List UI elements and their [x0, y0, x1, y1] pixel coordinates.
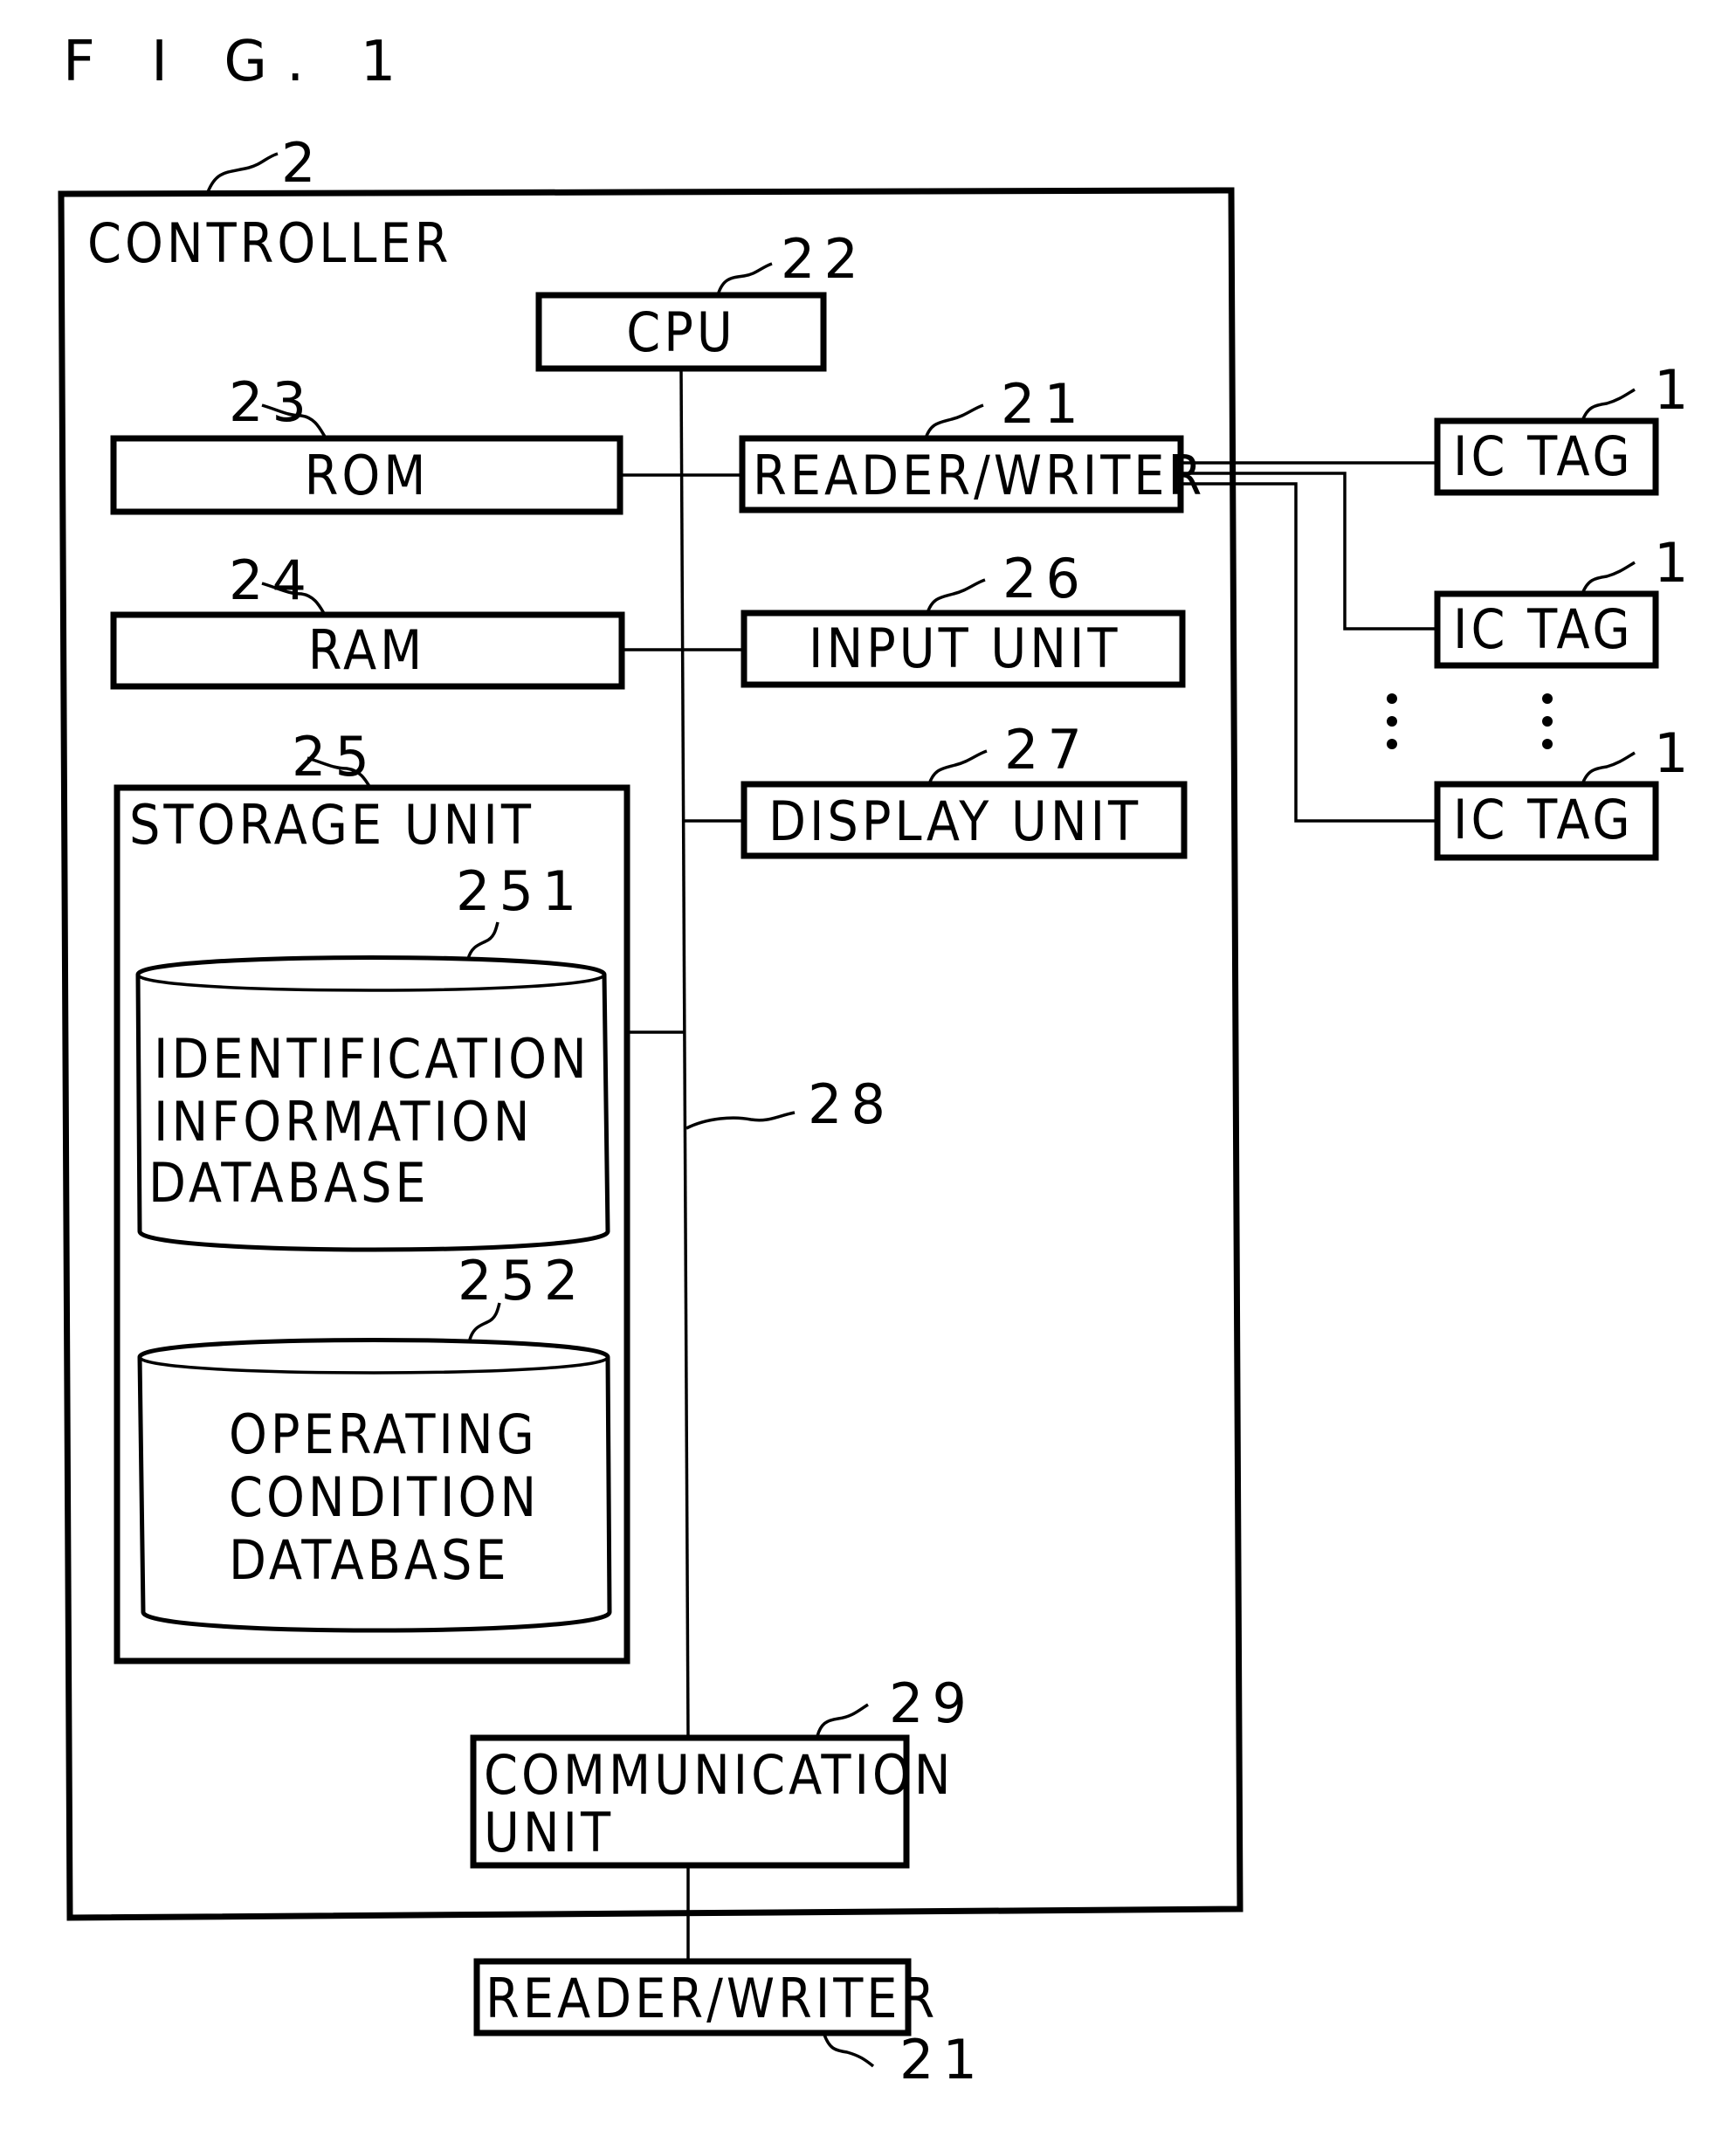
- ellipsis-more-tags: [1387, 693, 1553, 749]
- ic-tag-3: IC TAG 1: [1434, 721, 1697, 861]
- ram-label: RAM: [308, 618, 426, 682]
- controller-ref: 2: [281, 131, 324, 195]
- rom-ref: 23: [229, 370, 315, 434]
- db2-line-2: CONDITION: [229, 1465, 540, 1529]
- ic-tag-3-ref: 1: [1654, 721, 1697, 785]
- db2-ref: 252: [458, 1249, 587, 1313]
- ic-tag-3-leader: [1581, 751, 1636, 785]
- communication-unit-line-1: COMMUNICATION: [484, 1743, 954, 1807]
- ellipsis-dot: [1387, 739, 1397, 749]
- reader-writer-bottom-label: READER/WRITER: [486, 1967, 938, 2030]
- ellipsis-dot: [1542, 739, 1553, 749]
- cpu-ref: 22: [781, 227, 867, 291]
- controller-label: CONTROLLER: [87, 211, 451, 275]
- reader-writer-bottom-ref: 21: [899, 2028, 986, 2091]
- ic-tag-1-leader: [1581, 388, 1636, 422]
- communication-unit-ref: 29: [889, 1671, 975, 1735]
- controller-leader: [206, 152, 279, 193]
- db1-line-2: INFORMATION: [154, 1090, 533, 1154]
- ellipsis-dot: [1387, 693, 1397, 704]
- communication-unit-line-2: UNIT: [484, 1801, 614, 1864]
- reader-writer-top-label: READER/WRITER: [753, 444, 1205, 507]
- storage-unit-block: STORAGE UNIT 25 IDENTIFICATION INFORMATI…: [114, 725, 685, 1664]
- bus-ref: 28: [808, 1072, 894, 1136]
- ellipsis-dot: [1542, 716, 1553, 727]
- input-unit-ref: 26: [1002, 547, 1089, 610]
- storage-ref: 25: [292, 725, 378, 789]
- cpu-label: CPU: [626, 300, 735, 364]
- display-unit-label: DISPLAY UNIT: [768, 789, 1141, 853]
- ic-tag-2-leader: [1581, 561, 1636, 595]
- db2-line-1: OPERATING: [229, 1402, 538, 1466]
- reader-writer-bottom-leader: [823, 2034, 875, 2068]
- ic-tag-2-ref: 1: [1654, 531, 1697, 595]
- db1-ref: 251: [456, 859, 585, 923]
- input-unit-label: INPUT UNIT: [809, 617, 1120, 680]
- figure-title: F I G. 1: [63, 30, 415, 94]
- ic-tag-2: IC TAG 1: [1434, 531, 1697, 669]
- ic-tag-1-ref: 1: [1654, 358, 1697, 422]
- storage-unit-label: STORAGE UNIT: [129, 793, 534, 857]
- block-diagram: F I G. 1 CONTROLLER 2 28 CPU 22 ROM 23 R…: [58, 30, 1697, 2091]
- reader-writer-bottom-block: READER/WRITER 21: [473, 1958, 986, 2091]
- ic-tag-1: IC TAG 1: [1434, 358, 1697, 496]
- ellipsis-dot: [1542, 693, 1553, 704]
- ellipsis-dot: [1387, 716, 1397, 727]
- reader-writer-top-ref: 21: [1001, 372, 1087, 436]
- ic-tag-3-label: IC TAG: [1453, 788, 1634, 851]
- db2-line-3: DATABASE: [229, 1528, 510, 1592]
- ic-tag-2-label: IC TAG: [1453, 597, 1634, 661]
- display-unit-ref: 27: [1004, 718, 1091, 782]
- ram-ref: 24: [229, 548, 315, 612]
- rom-label: ROM: [305, 444, 430, 507]
- db1-line-1: IDENTIFICATION: [154, 1027, 590, 1091]
- db1-line-3: DATABASE: [148, 1151, 430, 1215]
- ic-tag-1-label: IC TAG: [1453, 424, 1634, 488]
